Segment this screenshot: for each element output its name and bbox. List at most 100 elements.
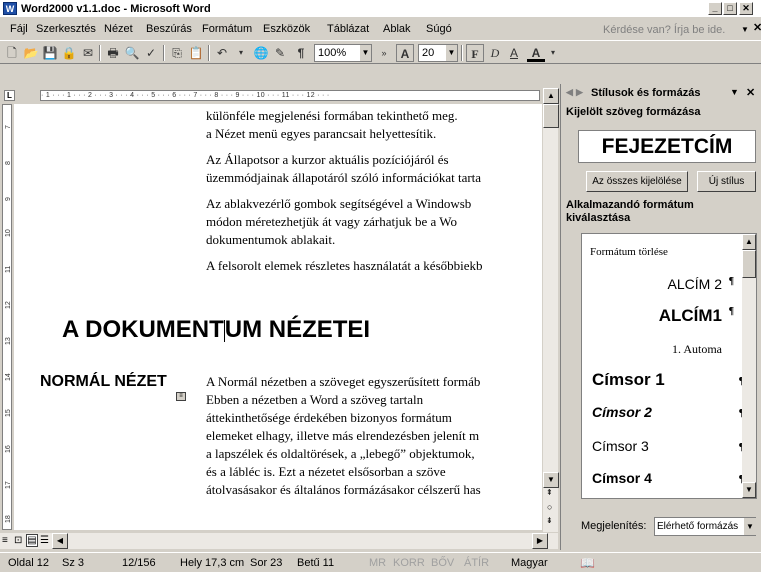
maximize-button[interactable]: □ (723, 2, 737, 15)
copy-icon[interactable]: ⎘ (168, 44, 186, 62)
italic-icon[interactable]: D (486, 44, 504, 62)
drawing-icon[interactable]: ✎ (271, 44, 289, 62)
format-item-cimsor1[interactable]: Címsor 1¶ (592, 370, 752, 390)
menu-view[interactable]: Nézet (104, 23, 133, 35)
horizontal-ruler[interactable]: · 1 · · · 1 · · · 2 · · · 3 · · · 4 · · … (40, 90, 540, 101)
permission-icon[interactable]: 🔒 (60, 44, 78, 62)
menu-close-icon[interactable]: ✕ (753, 21, 761, 34)
outline-view-icon[interactable]: ☰ (40, 535, 49, 546)
doc-line: módon méretezhetjük át vagy zárhatjuk be… (206, 214, 458, 229)
show-formatting-icon[interactable]: ¶ (292, 44, 310, 62)
print-layout-icon[interactable]: ▤ (26, 534, 38, 547)
previous-page-icon[interactable]: ⇞ (546, 488, 553, 497)
word-app-icon[interactable]: W (3, 2, 17, 15)
status-ovr[interactable]: ÁTÍR (464, 554, 489, 572)
help-question-box[interactable]: Kérdése van? Írja be ide. (600, 22, 750, 38)
pane-menu-icon[interactable]: ▼ (730, 87, 739, 97)
menu-file[interactable]: Fájl (10, 23, 28, 35)
normal-view-icon[interactable]: ≡ (2, 535, 8, 546)
open-folder-icon[interactable]: 📂 (22, 44, 40, 62)
format-item-alcim2[interactable]: ALCÍM 2 ¶ (582, 276, 742, 292)
scroll-up-icon[interactable]: ▲ (543, 88, 559, 104)
hyperlink-icon[interactable]: 🌐 (252, 44, 270, 62)
menu-insert[interactable]: Beszúrás (146, 23, 192, 35)
format-item-cimsor4[interactable]: Címsor 4¶ (592, 470, 752, 486)
forward-icon[interactable]: ▶ (576, 87, 583, 98)
ruler-label: 14 (5, 373, 12, 381)
select-all-button[interactable]: Az összes kijelölése (586, 171, 688, 192)
toolbar-options-icon[interactable]: » (375, 44, 393, 62)
save-icon[interactable]: 💾 (41, 44, 59, 62)
font-size-select[interactable]: 20 ▼ (418, 44, 458, 62)
zoom-select[interactable]: 100% ▼ (314, 44, 372, 62)
doc-line: és a lábléc is. Ezt a nézetet elsősorban… (206, 464, 446, 479)
paragraph-mark-icon[interactable]: ≡ (176, 392, 186, 401)
menu-format[interactable]: Formátum (202, 23, 252, 35)
doc-line: a Nézet menü egyes parancsait helyettesí… (206, 126, 437, 141)
new-document-icon[interactable]: 🗋 (3, 44, 21, 62)
status-trk[interactable]: KORR (393, 554, 425, 572)
vertical-ruler[interactable]: 7 8 9 10 11 12 13 14 15 16 17 18 (2, 104, 12, 530)
spelling-status-icon[interactable]: 📖 (580, 554, 595, 572)
menu-table[interactable]: Táblázat (327, 23, 369, 35)
chevron-down-icon[interactable]: ▼ (744, 518, 756, 535)
task-pane-title[interactable]: Stílusok és formázás (591, 87, 700, 99)
toolbar-separator (461, 45, 463, 61)
print-preview-icon[interactable]: 🔍 (123, 44, 141, 62)
web-layout-icon[interactable]: ⊡ (14, 535, 22, 546)
font-color-icon[interactable]: A (527, 44, 545, 62)
format-item-cimsor3[interactable]: Címsor 3¶ (592, 438, 752, 454)
tab-selector-icon[interactable]: L (4, 90, 15, 101)
apply-format-label-1: Alkalmazandó formátum (566, 199, 694, 211)
styles-formatting-icon[interactable]: A (396, 44, 414, 62)
format-list-scrollbar[interactable]: ▲ ▼ (742, 234, 756, 498)
format-item-alcim1[interactable]: ALCÍM1 ¶ (582, 306, 742, 326)
document-horizontal-scrollbar[interactable]: ≡ ⊡ ▤ ☰ ◀ ▶ (0, 532, 558, 549)
scroll-up-icon[interactable]: ▲ (742, 234, 756, 250)
bold-icon[interactable]: F (466, 44, 484, 62)
font-size-value: 20 (422, 47, 435, 59)
format-item-automa[interactable]: 1. Automa (582, 342, 742, 357)
back-icon[interactable]: ◀ (566, 87, 573, 98)
print-icon[interactable]: 🖶 (104, 44, 122, 62)
email-icon[interactable]: ✉ (79, 44, 97, 62)
undo-dropdown-icon[interactable]: ▾ (232, 44, 250, 62)
selected-style-preview[interactable]: FEJEZETCÍM (578, 130, 756, 163)
next-page-icon[interactable]: ⇟ (546, 516, 553, 525)
underline-icon[interactable]: A (505, 44, 523, 62)
scroll-left-icon[interactable]: ◀ (52, 533, 68, 549)
scroll-thumb[interactable] (742, 250, 756, 278)
paste-icon[interactable]: 📋 (187, 44, 205, 62)
minimize-button[interactable]: _ (708, 2, 722, 15)
spelling-icon[interactable]: ✓ (142, 44, 160, 62)
status-line: Sor 23 (250, 557, 283, 569)
apply-format-label-2: kiválasztása (566, 212, 631, 224)
scroll-right-icon[interactable]: ▶ (532, 533, 548, 549)
font-color-dropdown-icon[interactable]: ▾ (544, 44, 562, 62)
menu-window[interactable]: Ablak (383, 23, 411, 35)
status-position: Hely 17,3 cm (180, 557, 245, 569)
doc-line: A Normál nézetben a szöveget egyszerűsít… (206, 374, 481, 389)
show-select[interactable]: Elérhető formázás (654, 517, 756, 536)
scroll-down-icon[interactable]: ▼ (742, 482, 756, 498)
scroll-down-icon[interactable]: ▼ (543, 472, 559, 488)
close-button[interactable]: ✕ (739, 2, 753, 15)
format-item-cimsor2[interactable]: Címsor 2¶ (592, 404, 752, 420)
pane-close-icon[interactable]: ✕ (746, 86, 755, 99)
show-select-value: Elérhető formázás (657, 521, 739, 532)
document-vertical-scrollbar[interactable]: ▲ ▼ ⇞ ○ ⇟ (542, 88, 559, 532)
menu-help[interactable]: Súgó (426, 23, 452, 35)
menu-edit[interactable]: Szerkesztés (36, 23, 96, 35)
menu-tools[interactable]: Eszközök (263, 23, 310, 35)
status-rec[interactable]: MR (369, 554, 386, 572)
undo-icon[interactable]: ↶ (213, 44, 231, 62)
format-item-clear[interactable]: Formátum törlése (590, 246, 750, 258)
status-ext[interactable]: BŐV (431, 554, 454, 572)
scroll-thumb[interactable] (543, 104, 559, 128)
document-area[interactable]: különféle megjelenési formában tekinthet… (14, 104, 542, 530)
new-style-button[interactable]: Új stílus (697, 171, 756, 192)
chevron-down-icon[interactable]: ▼ (359, 45, 371, 61)
select-browse-object-icon[interactable]: ○ (547, 502, 552, 512)
chevron-down-icon[interactable]: ▼ (445, 45, 457, 61)
help-dropdown-icon[interactable]: ▼ (741, 25, 749, 34)
